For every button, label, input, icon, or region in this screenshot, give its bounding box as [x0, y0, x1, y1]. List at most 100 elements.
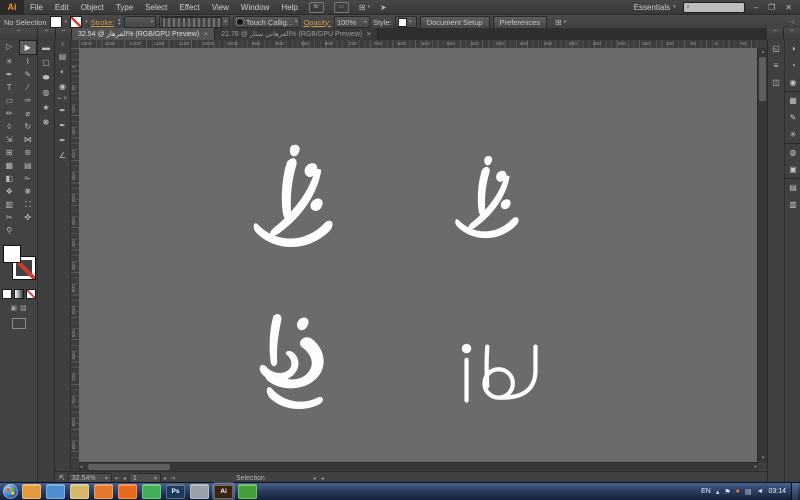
rotate-tool[interactable]: ↻	[19, 120, 38, 133]
stroke-swatch[interactable]	[70, 16, 82, 28]
mesh-tool[interactable]: ▤	[19, 159, 38, 172]
convert-anchor-point-icon[interactable]: ∠	[55, 148, 70, 163]
shape-builder-tool[interactable]: ⊛	[19, 146, 38, 159]
brush-definition-dropdown[interactable]: Touch Callig... ▾	[233, 16, 301, 28]
arabic-calligraphy-logo-top-left[interactable]	[248, 142, 336, 252]
artboard-canvas[interactable]	[79, 48, 758, 462]
latin-monogram-logo-bottom-right[interactable]	[455, 340, 547, 408]
color-mode-button[interactable]	[2, 289, 12, 299]
action-center-flag-icon[interactable]: ⚑	[724, 488, 730, 496]
line-segment-tool[interactable]: ⁄	[19, 81, 38, 94]
taskbar-app-messenger[interactable]	[46, 484, 65, 499]
align-dropdown[interactable]: ⊞ ▾	[555, 18, 566, 27]
clock[interactable]: 03:14	[768, 488, 786, 495]
arrange-documents-button[interactable]: ▭	[334, 2, 349, 13]
taskbar-app-illustrator[interactable]: Ai	[214, 484, 233, 499]
menu-edit[interactable]: Edit	[49, 3, 75, 12]
show-desktop-button[interactable]	[791, 483, 798, 500]
gradient-sphere-icon[interactable]: ◐	[55, 64, 70, 79]
opacity-label[interactable]: Opacity:	[303, 18, 331, 27]
status-panel-icon[interactable]: ⇱	[59, 474, 65, 482]
menu-file[interactable]: File	[24, 3, 49, 12]
artboard-tool[interactable]: ⛶	[19, 198, 38, 211]
first-artboard-button[interactable]: ⇤	[115, 475, 120, 482]
status-flyout-icon[interactable]: ▸◂	[314, 475, 328, 482]
stroke-dropdown-caret[interactable]: ▾	[85, 19, 88, 25]
arabic-calligraphy-logo-bottom-left[interactable]	[246, 312, 338, 412]
search-input[interactable]: ⌕	[683, 2, 745, 13]
pen-strip-header[interactable]: ▪▪	[56, 28, 72, 40]
taskbar-app-explorer[interactable]	[70, 484, 89, 499]
star-icon[interactable]: ★	[38, 100, 54, 115]
close-icon[interactable]: ✕	[203, 31, 208, 38]
pencil-tool[interactable]: ✏	[0, 107, 19, 120]
hand-tool[interactable]: ✜	[19, 211, 38, 224]
rounded-rectangle-icon[interactable]: ▢	[38, 55, 54, 70]
panel-align-icon[interactable]: ≡	[768, 57, 784, 74]
workspace-switcher[interactable]: Essentials ▾	[634, 3, 676, 12]
panel-graphic-styles-icon[interactable]: ▣	[785, 161, 800, 178]
right-dock-header-1[interactable]: ▪▪	[767, 28, 784, 40]
panel-artboards-icon[interactable]: ▥	[785, 196, 800, 213]
menu-view[interactable]: View	[206, 3, 235, 12]
preferences-button[interactable]: Preferences	[493, 16, 547, 29]
start-button[interactable]	[3, 484, 18, 499]
scroll-right-icon[interactable]: ▸	[754, 463, 757, 471]
share-button[interactable]: ➤	[380, 3, 387, 12]
pen-tool[interactable]: ✒	[0, 68, 19, 81]
draw-behind-icon[interactable]: ▨	[20, 304, 27, 312]
symbol-sprayer-tool[interactable]: ❋	[19, 185, 38, 198]
taskbar-app-photoshop[interactable]: Ps	[166, 484, 185, 499]
lasso-tool[interactable]: ⌇	[19, 55, 38, 68]
curvature-tool[interactable]: ✎	[19, 68, 38, 81]
stroke-width-stepper[interactable]: ▲ ▼	[117, 18, 121, 26]
symbols-icon[interactable]: ▤	[55, 49, 70, 64]
taskbar-app-orange[interactable]	[94, 484, 113, 499]
pen-panel-grip-icon[interactable]: ▪▪ ✕	[55, 94, 70, 103]
taskbar-app-green-2[interactable]	[238, 484, 257, 499]
bridge-button[interactable]: Br	[309, 2, 324, 13]
type-tool[interactable]: T	[0, 81, 19, 94]
document-tab-2[interactable]: الفرهاني ستار @ 21.78% (RGB/GPU Preview)…	[215, 28, 378, 40]
minimize-button[interactable]: –	[754, 3, 758, 12]
none-mode-button[interactable]	[26, 289, 36, 299]
blend-tool[interactable]: ❖	[0, 185, 19, 198]
panel-color-guide-icon[interactable]: ◔	[785, 57, 800, 74]
stepper-down-icon[interactable]: ▼	[117, 22, 121, 26]
menu-select[interactable]: Select	[139, 3, 173, 12]
right-dock-header-2[interactable]: ▪▪	[784, 28, 800, 40]
variable-width-profile-dropdown[interactable]: ▾	[159, 16, 230, 28]
perspective-grid-tool[interactable]: ▦	[0, 159, 19, 172]
fill-swatch[interactable]	[50, 16, 62, 28]
opacity-dropdown[interactable]: 100% ▸	[334, 16, 370, 28]
idm-icon[interactable]: ●	[736, 488, 740, 495]
hidden-icons-arrow[interactable]: ▴	[716, 488, 720, 496]
rectangle-tool[interactable]: ▭	[0, 94, 19, 107]
menu-object[interactable]: Object	[75, 3, 110, 12]
panel-appearance-icon[interactable]: ◍	[785, 143, 800, 161]
slice-tool[interactable]: ✂	[0, 211, 19, 224]
zoom-tool[interactable]: ⚲	[0, 224, 19, 237]
next-artboard-button[interactable]: ▸	[164, 475, 167, 482]
network-icon[interactable]: ▤	[745, 488, 752, 496]
panel-kuler-icon[interactable]: ◉	[785, 74, 800, 91]
taskbar-app-firefox[interactable]	[118, 484, 137, 499]
volume-icon[interactable]: ◄	[757, 488, 764, 495]
panel-color-icon[interactable]: ◑	[785, 40, 800, 57]
free-transform-tool[interactable]: ⊞	[0, 146, 19, 159]
empty-slot[interactable]	[19, 224, 38, 237]
strip-grip-icon[interactable]: ≡	[55, 40, 70, 49]
menu-effect[interactable]: Effect	[173, 3, 205, 12]
rectangle-icon[interactable]: ▬	[38, 40, 54, 55]
fill-dropdown-caret[interactable]: ▾	[65, 19, 68, 25]
column-graph-tool[interactable]: ▥	[0, 198, 19, 211]
stroke-label[interactable]: Stroke:	[91, 18, 115, 27]
menu-window[interactable]: Window	[235, 3, 275, 12]
document-setup-button[interactable]: Document Setup	[420, 16, 490, 29]
menu-help[interactable]: Help	[275, 3, 303, 12]
delete-anchor-point-icon[interactable]: ✒	[55, 133, 70, 148]
blob-brush-tool[interactable]: ⌀	[19, 107, 38, 120]
style-dropdown[interactable]: ▾	[395, 16, 417, 28]
previous-artboard-button[interactable]: ◂	[123, 475, 126, 482]
panel-transform-icon[interactable]: ◱	[768, 40, 784, 57]
